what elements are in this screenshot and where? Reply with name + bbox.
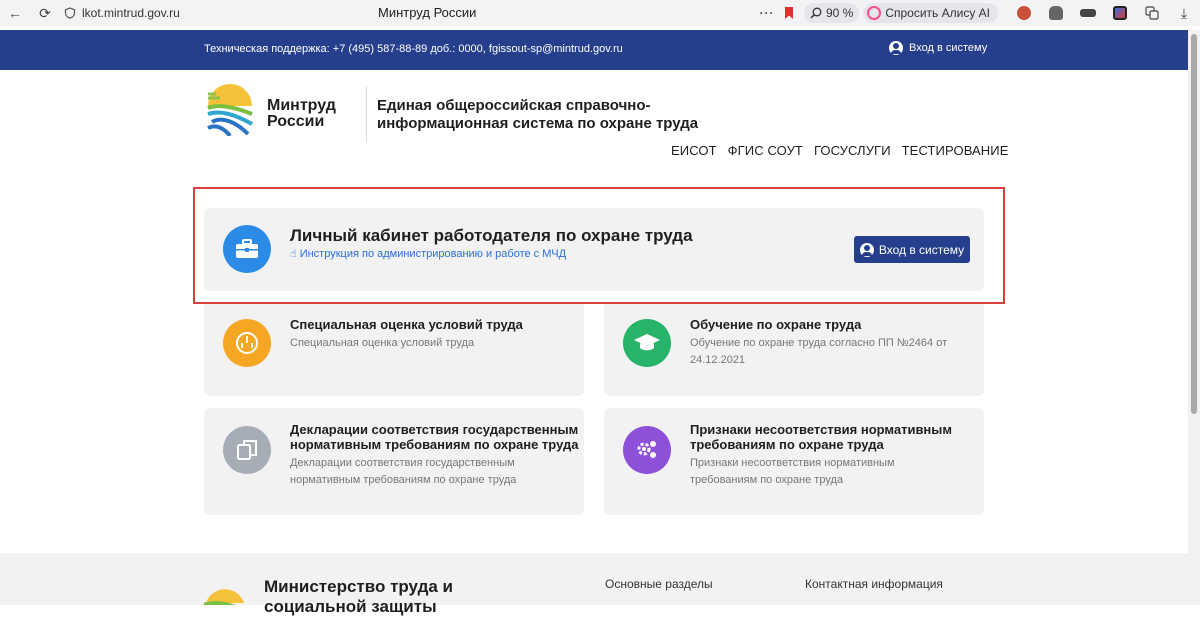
card-description: Признаки несоответствия нормативным треб…: [690, 457, 895, 486]
card-title: Обучение по охране труда: [690, 317, 862, 332]
extension-picture[interactable]: [1104, 6, 1136, 20]
reload-icon: ⟳: [39, 4, 51, 21]
shield-icon: [64, 7, 76, 19]
address-bar[interactable]: lkot.mintrud.gov.ru: [60, 2, 180, 24]
menu-dots-icon[interactable]: ···: [756, 6, 778, 20]
back-arrow-icon: ←: [8, 5, 22, 21]
highlight-frame: [193, 187, 1005, 304]
bookmark-icon: [784, 7, 793, 19]
brand-name-line1: Минтруд: [267, 97, 336, 114]
hat-icon: [1080, 9, 1096, 17]
service-card-declarations[interactable]: Декларации соответствия государственным …: [204, 408, 584, 515]
support-contacts: Техническая поддержка: +7 (495) 587-88-8…: [204, 43, 623, 55]
alice-button[interactable]: Спросить Алису AI: [863, 3, 998, 23]
nav-testing[interactable]: ТЕСТИРОВАНИЕ: [902, 143, 1009, 158]
picture-icon: [1113, 6, 1127, 20]
zoom-level: 90 %: [825, 6, 854, 20]
support-bar: Техническая поддержка: +7 (495) 587-88-8…: [0, 30, 1188, 70]
page-title: Минтруд России: [378, 5, 477, 20]
avatar-icon: [1017, 6, 1031, 20]
zoom-button[interactable]: 90 %: [803, 3, 860, 23]
reload-button[interactable]: ⟳: [30, 0, 60, 26]
download-icon: ⤓: [1180, 4, 1188, 21]
mintrud-logo: [204, 589, 244, 605]
header-login-label: Вход в систему: [909, 42, 988, 54]
user-icon: [889, 41, 903, 55]
footer: Министерство труда и социальной защиты О…: [0, 553, 1188, 616]
card-description: Декларации соответствия государственным …: [290, 457, 517, 486]
brand-name-line2: России: [267, 113, 325, 130]
zoom-icon: [810, 7, 822, 19]
header-login-link[interactable]: Вход в систему: [889, 41, 987, 55]
alice-label: Спросить Алису AI: [885, 6, 990, 20]
mintrud-logo[interactable]: [206, 84, 254, 136]
extension-hat[interactable]: [1072, 9, 1104, 17]
footer-title: Министерство труда и социальной защиты: [264, 577, 454, 616]
service-card-sout[interactable]: Специальная оценка условий труда Специал…: [204, 304, 584, 396]
back-button[interactable]: ←: [0, 0, 30, 26]
gears-icon: [623, 426, 671, 474]
scrollbar-thumb[interactable]: [1191, 34, 1197, 414]
browser-toolbar: ← ⟳ lkot.mintrud.gov.ru Минтруд России ·…: [0, 0, 1200, 26]
footer-contacts: Контактная информация: [805, 577, 943, 591]
extension-mascot[interactable]: [1040, 6, 1072, 20]
card-description: Обучение по охране труда согласно ПП №24…: [690, 337, 948, 366]
mascot-icon: [1049, 6, 1063, 20]
url-text: lkot.mintrud.gov.ru: [82, 6, 180, 20]
service-card-violations[interactable]: Признаки несоответствия нормативным треб…: [604, 408, 984, 515]
brand-divider: [366, 86, 367, 142]
card-title: Признаки несоответствия нормативным треб…: [690, 422, 953, 452]
download-button[interactable]: ⤓: [1168, 5, 1200, 22]
bookmark-button[interactable]: [778, 7, 800, 19]
brand-name[interactable]: Минтруд России: [267, 98, 336, 130]
graduation-cap-icon: [623, 319, 671, 367]
gauge-icon: [223, 319, 271, 367]
card-title: Специальная оценка условий труда: [290, 317, 523, 332]
alice-icon: [867, 6, 882, 20]
copy-icon: [1145, 6, 1159, 20]
nav-fgis-sout[interactable]: ФГИС СОУТ: [728, 143, 803, 158]
service-card-training[interactable]: Обучение по охране труда Обучение по охр…: [604, 304, 984, 396]
page-scrollbar[interactable]: [1188, 30, 1200, 605]
card-description: Специальная оценка условий труда: [290, 337, 475, 349]
system-title: Единая общероссийская справочно-информац…: [377, 97, 699, 132]
top-navigation: ЕИСОТ ФГИС СОУТ ГОСУСЛУГИ ТЕСТИРОВАНИЕ: [671, 143, 1009, 158]
extension-copy[interactable]: [1136, 6, 1168, 20]
footer-main-sections: Основные разделы: [605, 577, 713, 591]
nav-gosuslugi[interactable]: ГОСУСЛУГИ: [814, 143, 891, 158]
copy-documents-icon: [223, 426, 271, 474]
extension-avatar[interactable]: [1008, 6, 1040, 20]
card-title: Декларации соответствия государственным …: [290, 422, 579, 452]
nav-eisot[interactable]: ЕИСОТ: [671, 143, 717, 158]
